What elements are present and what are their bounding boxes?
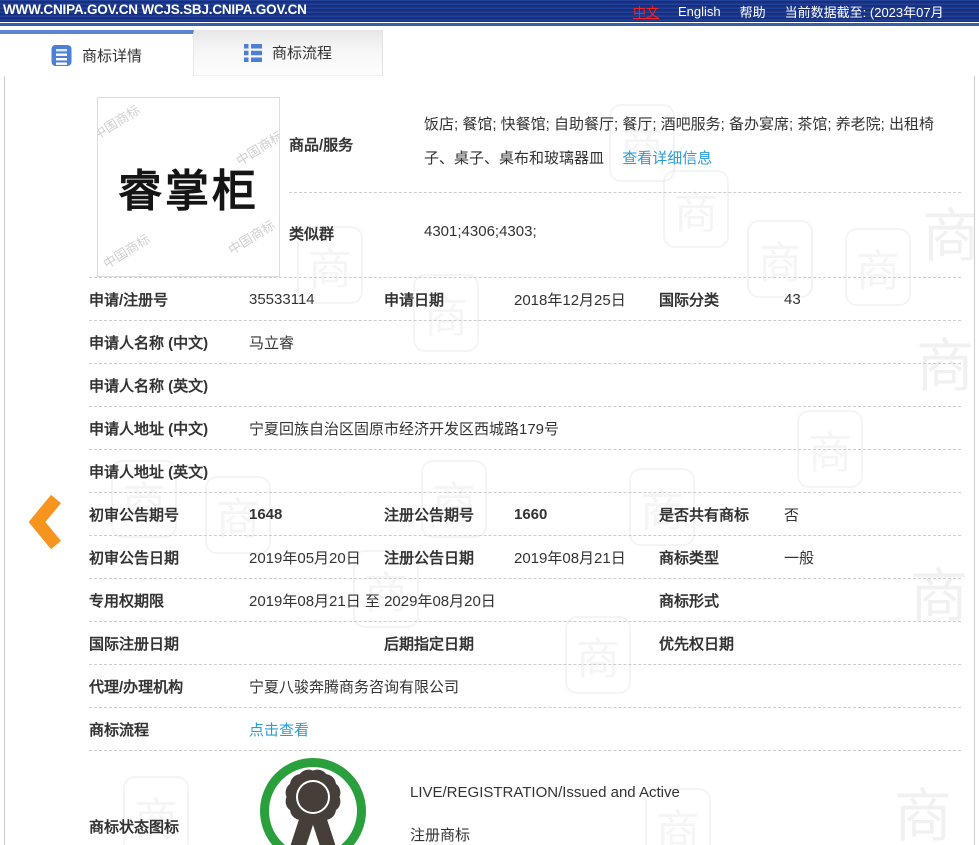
similar-group-row: 类似群 4301;4306;4303; — [289, 193, 961, 277]
table-row: 专用权期限 2019年08月21日 至 2029年08月20日 商标形式 — [89, 579, 961, 622]
exclusive-period-label: 专用权期限 — [89, 592, 165, 610]
status-texts: LIVE/REGISTRATION/Issued and Active 注册商标 — [410, 784, 680, 845]
content-area: 商 商 商 商 商 商 商 商 商 商 商 商 商 商 商 商 商 商 商 中国… — [4, 76, 975, 845]
status-icon-label: 商标状态图标 — [89, 819, 180, 836]
later-designation-date-label: 后期指定日期 — [384, 635, 475, 653]
shared-mark-label: 是否共有商标 — [659, 506, 750, 524]
first-gazette-no-label: 初审公告期号 — [89, 506, 180, 524]
top-section: 中国商标 中国商标 睿掌柜 中国商标 中国商标 商品/服务 饭店; 餐馆; 快餐… — [89, 76, 961, 278]
mark-form-label: 商标形式 — [659, 592, 720, 610]
goods-services-label: 商品/服务 — [289, 137, 354, 154]
table-row: 代理/办理机构 宁夏八骏奔腾商务咨询有限公司 — [89, 665, 961, 708]
similar-group-value: 4301;4306;4303; — [424, 223, 537, 240]
reg-no-value: 35533114 — [249, 290, 315, 308]
tab-label: 商标流程 — [271, 45, 332, 62]
table-row: 申请人地址 (英文) — [89, 450, 961, 493]
status-line-zh: 注册商标 — [410, 827, 471, 844]
apply-date-value: 2018年12月25日 — [514, 291, 626, 309]
first-gazette-date-label: 初审公告日期 — [89, 549, 180, 567]
chevron-left-icon[interactable] — [29, 494, 63, 550]
similar-group-label: 类似群 — [289, 226, 335, 243]
goods-services-value: 饭店; 餐馆; 快餐馆; 自助餐厅; 餐厅; 酒吧服务; 备办宴席; 茶馆; 养… — [424, 97, 961, 192]
reg-gazette-date-value: 2019年08月21日 — [514, 549, 626, 567]
trademark-text: 睿掌柜 — [118, 167, 259, 216]
goods-services-row: 商品/服务 饭店; 餐馆; 快餐馆; 自助餐厅; 餐厅; 酒吧服务; 备办宴席;… — [289, 97, 961, 193]
shared-mark-value: 否 — [784, 506, 800, 524]
address-cn-label: 申请人地址 (中文) — [89, 420, 209, 438]
tab-trademark-process[interactable]: 商标流程 — [194, 30, 383, 76]
table-row: 初审公告期号 1648 注册公告期号 1660 是否共有商标 否 — [89, 493, 961, 536]
tabbar: 商标详情 商标流程 — [0, 27, 979, 76]
process-value: 点击查看 — [249, 719, 961, 740]
trademark-detail-table: 中国商标 中国商标 睿掌柜 中国商标 中国商标 商品/服务 饭店; 餐馆; 快餐… — [89, 76, 961, 845]
tab-label: 商标详情 — [81, 47, 142, 65]
process-label: 商标流程 — [89, 721, 150, 739]
status-line-en: LIVE/REGISTRATION/Issued and Active — [410, 784, 680, 801]
lang-chinese-link[interactable]: 中文 — [633, 2, 659, 21]
reg-gazette-date-label: 注册公告日期 — [384, 549, 475, 567]
reg-gazette-no-label: 注册公告期号 — [384, 506, 475, 524]
first-gazette-no-value: 1648 — [249, 505, 283, 523]
table-row: 初审公告日期 2019年05月20日 注册公告日期 2019年08月21日 商标… — [89, 536, 961, 579]
applicant-cn-label: 申请人名称 (中文) — [89, 334, 209, 352]
table-row: 申请人名称 (中文) 马立睿 — [89, 321, 961, 364]
mark-type-label: 商标类型 — [659, 549, 720, 567]
intl-class-label: 国际分类 — [659, 291, 720, 309]
table-row: 申请/注册号 35533114 申请日期 2018年12月25日 国际分类 43 — [89, 278, 961, 321]
reg-gazette-no-value: 1660 — [514, 505, 548, 523]
click-to-view-link[interactable]: 点击查看 — [249, 722, 309, 739]
intl-reg-date-label: 国际注册日期 — [89, 635, 180, 653]
document-icon — [51, 44, 72, 67]
award-ribbon-icon — [260, 758, 366, 845]
applicant-cn-value: 马立睿 — [249, 334, 295, 352]
priority-date-label: 优先权日期 — [659, 635, 735, 653]
address-cn-value: 宁夏回族自治区固原市经济开发区西城路179号 — [249, 420, 560, 438]
applicant-en-label: 申请人名称 (英文) — [89, 377, 209, 395]
table-row: 商标流程 点击查看 — [89, 708, 961, 751]
topbar-links: 中文 English 帮助 当前数据截至: (2023年07月 — [633, 0, 944, 22]
top-fields: 商品/服务 饭店; 餐馆; 快餐馆; 自助餐厅; 餐厅; 酒吧服务; 备办宴席;… — [289, 97, 961, 277]
mark-type-value: 一般 — [784, 549, 815, 567]
trademark-image: 中国商标 中国商标 睿掌柜 中国商标 中国商标 — [97, 97, 280, 277]
view-details-link[interactable]: 查看详细信息 — [622, 150, 712, 167]
table-row: 申请人地址 (中文) 宁夏回族自治区固原市经济开发区西城路179号 — [89, 407, 961, 450]
reg-no-label: 申请/注册号 — [89, 291, 169, 309]
data-cutoff-text: 当前数据截至: (2023年07月 — [784, 4, 944, 20]
first-gazette-date-value: 2019年05月20日 — [249, 549, 361, 567]
agency-value: 宁夏八骏奔腾商务咨询有限公司 — [249, 678, 460, 696]
help-link[interactable]: 帮助 — [740, 2, 766, 21]
image-watermark: 中国商标 — [97, 102, 143, 143]
exclusive-period-value: 2019年08月21日 至 2029年08月20日 — [249, 592, 496, 610]
tab-trademark-details[interactable]: 商标详情 — [0, 30, 194, 76]
site-url: WWW.CNIPA.GOV.CN WCJS.SBJ.CNIPA.GOV.CN — [3, 2, 307, 17]
apply-date-label: 申请日期 — [384, 291, 445, 309]
image-watermark: 中国商标 — [225, 217, 278, 258]
image-watermark: 中国商标 — [100, 231, 153, 272]
address-en-label: 申请人地址 (英文) — [89, 463, 209, 481]
lang-english-link[interactable]: English — [678, 4, 721, 19]
topbar: WWW.CNIPA.GOV.CN WCJS.SBJ.CNIPA.GOV.CN 中… — [0, 0, 979, 22]
intl-class-value: 43 — [784, 290, 801, 308]
table-row: 申请人名称 (英文) — [89, 364, 961, 407]
list-icon — [243, 43, 262, 62]
table-row: 国际注册日期 后期指定日期 优先权日期 — [89, 622, 961, 665]
agency-label: 代理/办理机构 — [89, 678, 184, 696]
status-row: 商标状态图标 LIVE/REGISTRATION/Issued and Acti… — [89, 751, 961, 845]
